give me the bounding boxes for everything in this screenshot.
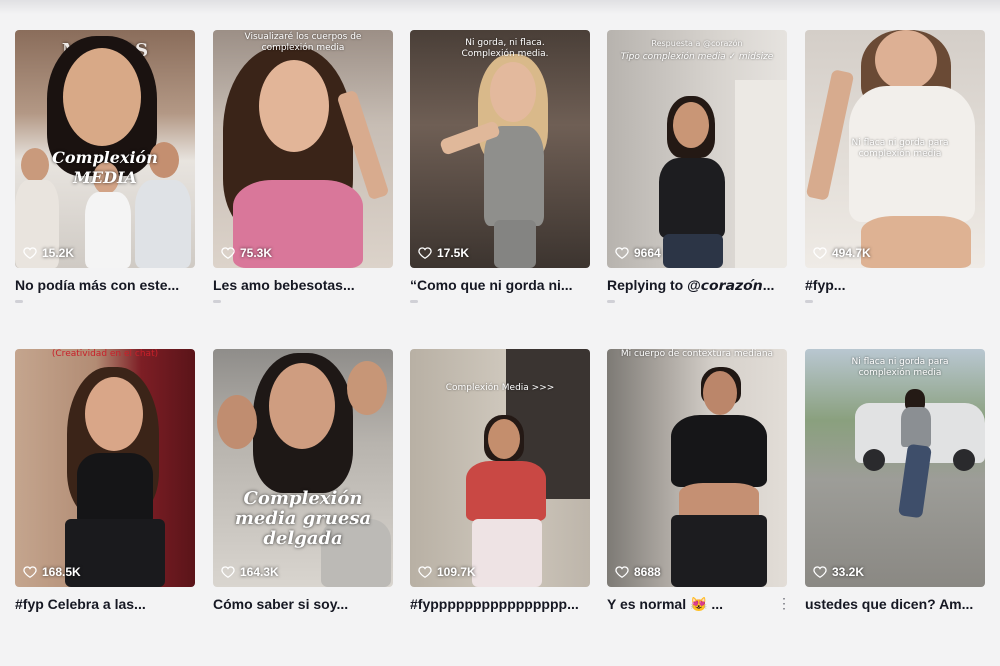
like-count: 109.7K [418, 565, 476, 579]
video-card[interactable]: Respuesta a @corazón Tipo complexión med… [607, 30, 787, 303]
like-count: 168.5K [23, 565, 81, 579]
video-card[interactable]: Mi cuerpo de contextura mediana 8688 Y e… [607, 349, 791, 613]
like-count: 8688 [615, 565, 661, 579]
heart-outline-icon [418, 247, 432, 260]
video-overlay-text: Complexión Media >>> [445, 383, 555, 393]
video-thumbnail[interactable]: Ni flaca ni gorda para complexión media … [805, 349, 985, 587]
video-caption[interactable]: ustedes que dicen? Am... [805, 595, 985, 613]
video-overlay-text: Tipo complexión media ✓ midsize [620, 52, 774, 62]
video-card[interactable]: Ni flaca ni gorda para complexión media … [805, 349, 985, 613]
video-caption[interactable]: #fyp Celebra a las... [15, 595, 195, 613]
caption-indicator [805, 300, 813, 303]
video-overlay-text: (Creatividad en el chat) [51, 349, 159, 359]
heart-outline-icon [615, 247, 629, 260]
video-thumbnail[interactable]: MEDIOS Complexión MEDIA 15.2K [15, 30, 195, 268]
like-count-value: 75.3K [240, 246, 273, 260]
video-thumbnail[interactable]: Complexión media gruesa delgada 164.3K [213, 349, 393, 587]
video-thumbnail[interactable]: Visualizaré los cuerpos de complexión me… [213, 30, 393, 268]
video-thumbnail[interactable]: Respuesta a @corazón Tipo complexión med… [607, 30, 787, 268]
video-card[interactable]: Visualizaré los cuerpos de complexión me… [213, 30, 393, 303]
heart-outline-icon [813, 566, 827, 579]
video-caption[interactable]: #fypppppppppppppppp... [410, 595, 590, 613]
video-overlay-text: Complexión MEDIA [52, 148, 158, 187]
video-caption[interactable]: Cómo saber si soy... [213, 595, 393, 613]
video-caption[interactable]: Replying to @𝙘𝙤𝙧𝙖𝙯𝙤́𝙣... [607, 276, 787, 294]
caption-indicator [213, 300, 221, 303]
like-count-value: 9664 [634, 246, 661, 260]
video-card[interactable]: Complexión media gruesa delgada 164.3K C… [213, 349, 393, 613]
video-grid: MEDIOS Complexión MEDIA 15.2K No podía m… [0, 0, 1000, 666]
heart-outline-icon [23, 566, 37, 579]
like-count-value: 8688 [634, 565, 661, 579]
caption-indicator [15, 300, 23, 303]
video-card[interactable]: Complexión Media >>> 109.7K #fyppppppppp… [410, 349, 590, 613]
caption-indicator [410, 300, 418, 303]
video-card[interactable]: MEDIOS Complexión MEDIA 15.2K No podía m… [15, 30, 195, 303]
like-count-value: 17.5K [437, 246, 470, 260]
video-caption[interactable]: Y es normal 😻 ... [607, 595, 787, 613]
video-caption[interactable]: #fyp... [805, 276, 985, 294]
video-thumbnail[interactable]: Mi cuerpo de contextura mediana 8688 [607, 349, 787, 587]
like-count-value: 494.7K [832, 246, 871, 260]
like-count: 15.2K [23, 246, 74, 260]
like-count: 9664 [615, 246, 661, 260]
video-thumbnail[interactable]: Ni gorda, ni flaca. Complexión media. 17… [410, 30, 590, 268]
like-count-value: 15.2K [42, 246, 75, 260]
like-count: 75.3K [221, 246, 272, 260]
more-vertical-icon[interactable]: ⋮ [777, 596, 791, 610]
video-overlay-text: Mi cuerpo de contextura mediana [620, 349, 774, 359]
heart-outline-icon [615, 566, 629, 579]
like-count-value: 109.7K [437, 565, 476, 579]
video-card[interactable]: (Creatividad en el chat) 168.5K #fyp Cel… [15, 349, 195, 613]
video-thumbnail[interactable]: Complexión Media >>> 109.7K [410, 349, 590, 587]
video-caption[interactable]: No podía más con este... [15, 276, 195, 294]
like-count: 494.7K [813, 246, 871, 260]
like-count-value: 168.5K [42, 565, 81, 579]
like-count: 33.2K [813, 565, 864, 579]
like-count: 164.3K [221, 565, 279, 579]
like-count: 17.5K [418, 246, 469, 260]
heart-outline-icon [221, 247, 235, 260]
like-count-value: 164.3K [240, 565, 279, 579]
video-overlay-text: Ni flaca ni gorda para complexión media [851, 357, 949, 378]
video-overlay-small: Respuesta a @corazón [651, 39, 743, 48]
video-card[interactable]: Ni gorda, ni flaca. Complexión media. 17… [410, 30, 590, 303]
heart-outline-icon [813, 247, 827, 260]
video-overlay-text: Ni gorda, ni flaca. Complexión media. [461, 38, 549, 59]
heart-outline-icon [418, 566, 432, 579]
video-caption[interactable]: “Como que ni gorda ni... [410, 276, 590, 294]
video-overlay-text: Ni flaca ni gorda para complexión media [851, 138, 949, 159]
video-overlay-text: Complexión media gruesa delgada [234, 488, 372, 549]
video-thumbnail[interactable]: Ni flaca ni gorda para complexión media … [805, 30, 985, 268]
video-caption[interactable]: Les amo bebesotas... [213, 276, 393, 294]
video-thumbnail[interactable]: (Creatividad en el chat) 168.5K [15, 349, 195, 587]
video-card[interactable]: Ni flaca ni gorda para complexión media … [805, 30, 985, 303]
video-overlay-text: Visualizaré los cuerpos de complexión me… [244, 32, 362, 53]
caption-indicator [607, 300, 615, 303]
heart-outline-icon [23, 247, 37, 260]
heart-outline-icon [221, 566, 235, 579]
like-count-value: 33.2K [832, 565, 865, 579]
